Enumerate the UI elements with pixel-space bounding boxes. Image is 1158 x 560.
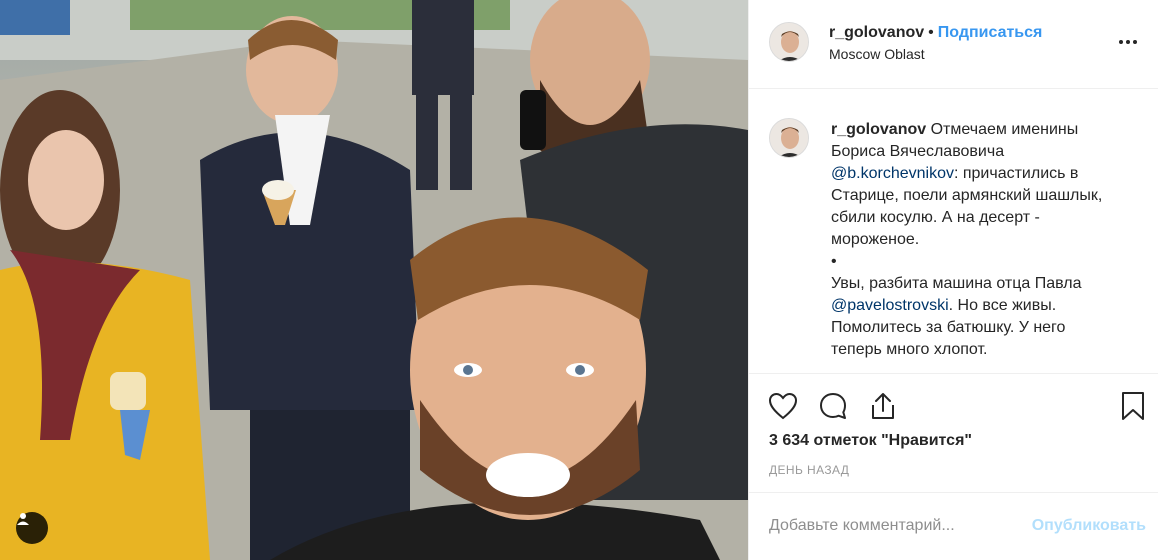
caption-line-text: . Но все живы. — [948, 297, 1057, 314]
caption-line: теперь много хлопот. — [831, 341, 988, 358]
caption-line: Увы, разбита машина отца Павла — [831, 275, 1082, 292]
author-avatar[interactable] — [769, 22, 809, 62]
more-options-icon[interactable] — [1119, 34, 1141, 50]
likes-count[interactable]: 3 634 отметок "Нравится" — [769, 432, 972, 450]
user-tag-icon — [17, 513, 29, 525]
post-actions — [749, 388, 1158, 428]
caption-line: Помолитесь за батюшку. У него — [831, 319, 1066, 336]
bookmark-icon — [1122, 392, 1144, 420]
header-separator: • — [928, 24, 934, 41]
caption-line-text: Отмечаем именины — [930, 121, 1079, 138]
post-side-panel: r_golovanov • Подписаться Moscow Oblast r_… — [748, 0, 1158, 560]
like-button[interactable] — [767, 390, 799, 422]
mention-link[interactable]: @b.korchevnikov — [831, 165, 954, 182]
post-header: r_golovanov • Подписаться Moscow Oblast — [749, 0, 1158, 89]
mention-link[interactable]: @pavelostrovski — [831, 297, 949, 314]
caption-text: r_golovanov Отмечаем именины Бориса Вяче… — [831, 119, 1141, 361]
comment-button[interactable] — [817, 390, 849, 422]
avatar-image — [770, 119, 808, 157]
caption-line: мороженое. — [831, 231, 920, 248]
more-dot — [1119, 40, 1123, 44]
avatar-image — [770, 23, 808, 61]
caption-line-text: : причастились в — [953, 165, 1079, 182]
more-dot — [1126, 40, 1130, 44]
share-icon — [872, 393, 894, 419]
more-dot — [1133, 40, 1137, 44]
caption-bullet: • — [831, 253, 837, 270]
follow-button[interactable]: Подписаться — [938, 24, 1043, 41]
publish-button[interactable]: Опубликовать — [1032, 517, 1146, 535]
caption-line: r_golovanov Отмечаем именины — [831, 119, 1141, 141]
comment-input[interactable]: Добавьте комментарий... — [769, 517, 955, 535]
post-location[interactable]: Moscow Oblast — [829, 46, 925, 62]
caption-line: сбили косулю. А на десерт - — [831, 209, 1040, 226]
heart-icon — [768, 392, 798, 420]
comment-icon — [820, 393, 846, 419]
header-user-line: r_golovanov • Подписаться — [829, 24, 1042, 42]
post-caption: r_golovanov Отмечаем именины Бориса Вяче… — [749, 90, 1158, 374]
caption-line: @b.korchevnikov: причастились в — [831, 163, 1141, 185]
user-tag-button[interactable] — [16, 512, 48, 544]
share-button[interactable] — [867, 390, 899, 422]
caption-line: @pavelostrovski. Но все живы. — [831, 295, 1141, 317]
author-username[interactable]: r_golovanov — [829, 24, 924, 41]
caption-line: Бориса Вячеславовича — [831, 143, 1005, 160]
save-button[interactable] — [1117, 390, 1149, 422]
caption-line: Старице, поели армянский шашлык, — [831, 187, 1103, 204]
post-photo[interactable] — [0, 0, 748, 560]
caption-author-avatar[interactable] — [769, 118, 809, 158]
post-time[interactable]: ДЕНЬ НАЗАД — [769, 463, 849, 477]
caption-username[interactable]: r_golovanov — [831, 121, 926, 138]
add-comment-bar: Добавьте комментарий... Опубликовать — [749, 492, 1158, 560]
photo-illustration — [0, 0, 748, 560]
